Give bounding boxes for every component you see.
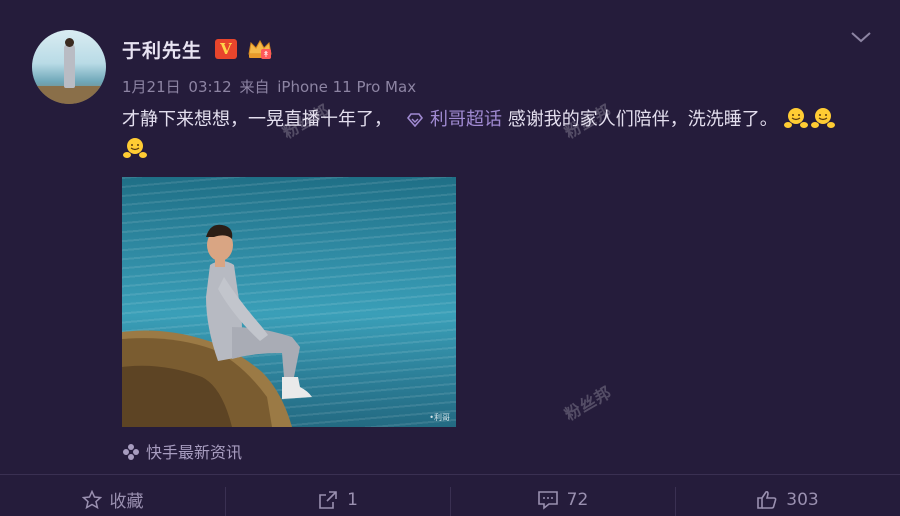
crown-vip-icon[interactable]: ↟ — [247, 38, 273, 60]
post-text-before: 才静下来想想，一晃直播十年了， — [122, 109, 392, 130]
avatar-figure — [64, 44, 75, 88]
watermark: 粉丝邦 — [561, 382, 616, 425]
flower-icon — [123, 444, 139, 460]
like-count: 303 — [786, 489, 819, 510]
device-name: iPhone 11 Pro Max — [277, 78, 417, 96]
source-link[interactable]: 快手最新资讯 — [122, 439, 242, 463]
weibo-post-card: 于利先生 V ↟ 1月21日 03:12 来自 iPhone 11 Pro Ma… — [0, 0, 900, 516]
like-button[interactable]: 303 — [675, 475, 900, 516]
verified-badge-icon[interactable]: V — [215, 39, 237, 59]
star-icon — [81, 489, 102, 509]
avatar-head — [65, 38, 74, 47]
photo-scene — [122, 224, 312, 427]
source-label[interactable]: 快手最新资讯 — [146, 443, 242, 462]
via-prefix: 来自 — [239, 78, 270, 96]
thumbs-up-icon — [757, 490, 777, 509]
topic-link[interactable]: 利哥超话 — [406, 109, 502, 130]
favorite-button[interactable]: 收藏 — [0, 475, 225, 516]
topic-label[interactable]: 利哥超话 — [430, 109, 502, 130]
username[interactable]: 于利先生 — [122, 36, 202, 63]
diamond-icon — [406, 113, 424, 127]
hugging-emoji-icon — [123, 138, 147, 158]
post-meta: 1月21日 03:12 来自 iPhone 11 Pro Max — [122, 76, 419, 97]
post-photo[interactable]: •利哥 — [122, 177, 456, 427]
hugging-emoji-icon — [784, 108, 809, 128]
photo-corner-mark: •利哥 — [429, 413, 450, 422]
comment-button[interactable]: 72 — [450, 475, 675, 516]
comment-icon — [537, 490, 558, 510]
svg-text:↟: ↟ — [263, 50, 270, 59]
repost-button[interactable]: 1 — [225, 475, 450, 516]
comment-count: 72 — [566, 489, 589, 510]
avatar-rock — [32, 86, 106, 104]
post-time[interactable]: 03:12 — [188, 78, 231, 96]
post-text-after: 感谢我的家人们陪伴，洗洗睡了。 — [507, 109, 778, 130]
repost-count: 1 — [347, 489, 358, 510]
share-icon — [319, 490, 337, 509]
action-bar: 收藏 1 72 303 — [0, 475, 900, 516]
post-date[interactable]: 1月21日 — [122, 78, 181, 96]
hugging-emoji-icon — [811, 108, 836, 128]
chevron-down-icon[interactable] — [850, 30, 872, 44]
avatar[interactable] — [32, 30, 106, 104]
favorite-label: 收藏 — [109, 492, 144, 512]
post-content: 才静下来想想，一晃直播十年了， 利哥超话 感谢我的家人们陪伴，洗洗睡了。 — [122, 105, 852, 165]
